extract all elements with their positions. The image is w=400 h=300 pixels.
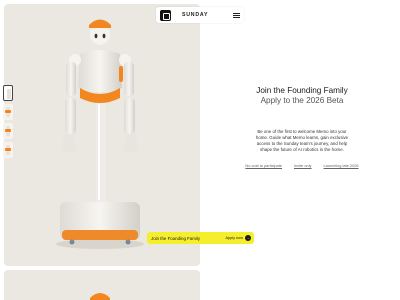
- cta-label: Join the Founding Family: [151, 235, 201, 241]
- apply-now-link[interactable]: Apply now: [225, 236, 243, 240]
- beta-info-section: Join the Founding Family Apply to the 20…: [222, 86, 382, 168]
- robot-detail-thumbnail[interactable]: [3, 142, 13, 158]
- thumbnail-rail: [3, 85, 13, 158]
- brand-name[interactable]: SUNDAY: [182, 12, 208, 18]
- hamburger-menu-icon[interactable]: [233, 12, 240, 18]
- page-subtitle: Apply to the 2026 Beta: [260, 96, 344, 105]
- top-navbar: SUNDAY: [156, 7, 244, 23]
- robot-peek-illustration: [90, 293, 110, 300]
- invite-only-link[interactable]: Invite only: [294, 163, 312, 168]
- launch-date-link[interactable]: Launching late 2026: [324, 163, 359, 168]
- next-section-panel: [4, 270, 200, 300]
- beta-info-links: No cost to participate Invite only Launc…: [222, 163, 382, 168]
- beta-description: Be one of the first to welcome Memo into…: [255, 129, 349, 153]
- no-cost-link[interactable]: No cost to participate: [245, 163, 282, 168]
- arrow-right-icon[interactable]: →: [245, 235, 251, 241]
- robot-front-thumbnail[interactable]: [3, 85, 13, 101]
- robot-arms-thumbnail[interactable]: [3, 123, 13, 139]
- hero-image-panel: [4, 4, 200, 266]
- page-title: Join the Founding Family: [256, 86, 348, 95]
- robot-side-thumbnail[interactable]: [3, 104, 13, 120]
- sunday-logo-icon[interactable]: [160, 9, 171, 21]
- apply-cta-bar[interactable]: Join the Founding Family Apply now →: [147, 232, 254, 244]
- robot-illustration: [56, 19, 144, 249]
